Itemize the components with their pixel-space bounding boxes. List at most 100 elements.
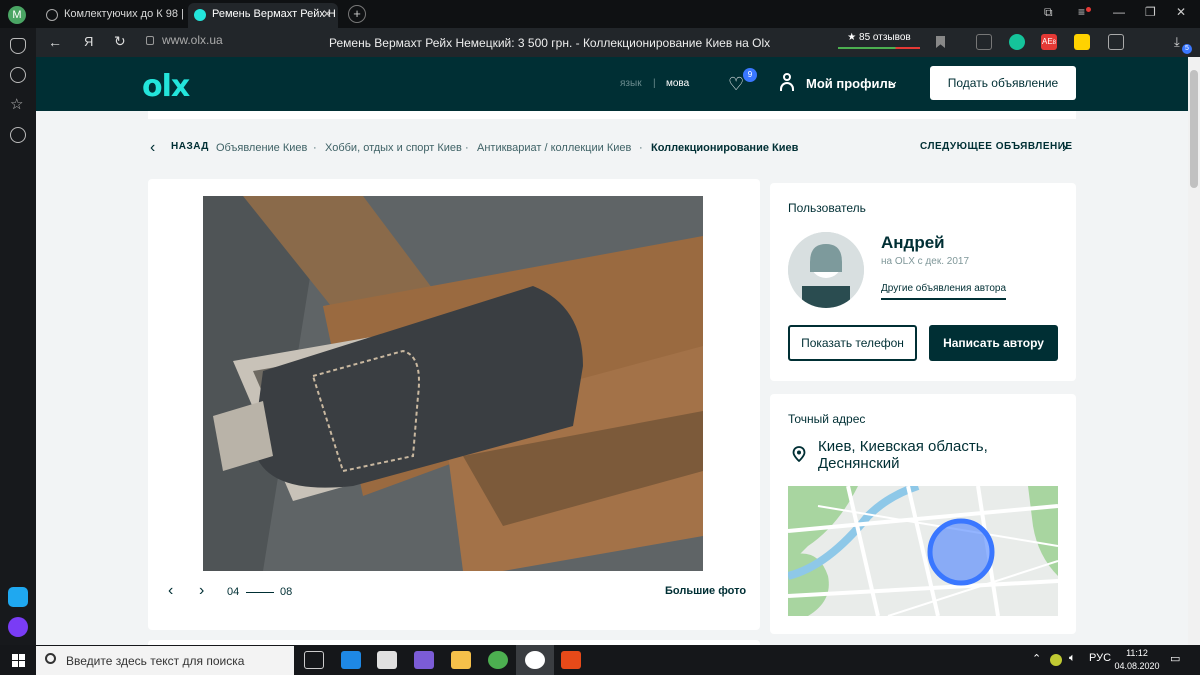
back-icon[interactable]: ← xyxy=(48,34,62,50)
chevron-left-icon[interactable]: ‹ xyxy=(150,139,155,157)
olx-header: olx язык | мова ♡ 9 Мой профиль ⌄ Подать… xyxy=(36,57,1188,111)
breadcrumb-separator: · xyxy=(465,142,469,154)
avatar[interactable] xyxy=(788,232,864,308)
photo-counter-divider xyxy=(246,592,274,593)
menu-icon[interactable]: ≡ xyxy=(1078,5,1085,19)
store-app-icon[interactable] xyxy=(377,651,397,669)
breadcrumb-item[interactable]: Объявление Киев xyxy=(216,142,307,154)
messenger-app-icon[interactable] xyxy=(8,587,28,607)
play-icon[interactable] xyxy=(10,127,26,143)
bookmarks-icon[interactable]: ⧉ xyxy=(1044,5,1053,20)
clock-time: 11:12 xyxy=(1126,648,1148,658)
olx-favicon-icon xyxy=(194,9,206,21)
chevron-down-icon[interactable]: ⌄ xyxy=(888,73,899,89)
user-since: на OLX с дек. 2017 xyxy=(881,256,970,267)
favorites-count-badge: 9 xyxy=(743,68,757,82)
close-tab-icon[interactable]: ✕ xyxy=(322,3,332,26)
tab-title: Ремень Вермахт Рейх Н xyxy=(212,8,336,20)
globe-icon xyxy=(46,9,58,21)
keyboard-language[interactable]: РУС xyxy=(1089,652,1111,664)
star-icon[interactable]: ☆ xyxy=(10,97,26,113)
ae-badge: 8 xyxy=(1052,40,1056,46)
wildberries-extension-icon[interactable] xyxy=(1074,34,1090,50)
user-section-title: Пользователь xyxy=(788,201,866,215)
address-section-title: Точный адрес xyxy=(788,412,866,426)
clock-date: 04.08.2020 xyxy=(1114,661,1160,671)
breadcrumb-item[interactable]: Хобби, отдых и спорт Киев xyxy=(325,142,462,154)
browser-profile-avatar[interactable]: M xyxy=(8,6,26,24)
reviews-rating-bar xyxy=(838,47,920,49)
location-map[interactable] xyxy=(788,486,1058,616)
taskbar-clock[interactable]: 11:12 04.08.2020 xyxy=(1112,647,1162,673)
default-avatar-icon xyxy=(788,232,864,308)
photo-current-index: 04 xyxy=(227,586,240,598)
bell-icon[interactable] xyxy=(10,38,26,54)
reload-icon[interactable]: ↻ xyxy=(114,33,126,50)
mail-app-icon[interactable] xyxy=(341,651,361,669)
url-text[interactable]: www.olx.ua xyxy=(162,33,223,47)
taskbar-search-placeholder[interactable]: Введите здесь текст для поиска xyxy=(66,654,244,668)
user-icon[interactable] xyxy=(780,73,794,91)
olx-logo[interactable]: olx xyxy=(142,69,190,104)
lock-icon[interactable] xyxy=(146,36,154,45)
task-view-icon[interactable] xyxy=(304,651,324,669)
favorites-heart-icon[interactable]: ♡ xyxy=(728,74,744,95)
tray-chevron-up-icon[interactable]: ⌃ xyxy=(1032,652,1041,665)
chevron-right-icon[interactable]: › xyxy=(1062,139,1067,157)
minimize-icon[interactable]: — xyxy=(1113,5,1125,19)
breadcrumb-separator: · xyxy=(313,142,317,154)
chrome-app-icon[interactable] xyxy=(488,651,508,669)
breadcrumb-item[interactable]: Антиквариат / коллекции Киев xyxy=(477,142,631,154)
show-phone-button[interactable]: Показать телефон xyxy=(788,325,917,361)
subnav-strip xyxy=(148,111,1076,119)
post-ad-button[interactable]: Подать объявление xyxy=(930,66,1076,100)
tab-active[interactable]: Ремень Вермахт Рейх Н ✕ xyxy=(188,3,338,28)
restore-icon[interactable]: ❐ xyxy=(1145,5,1156,19)
screenshot-extension-icon[interactable] xyxy=(1108,34,1124,50)
write-author-button[interactable]: Написать автору xyxy=(929,325,1058,361)
file-explorer-icon[interactable] xyxy=(451,651,471,669)
reviews-badge[interactable]: ★ 85 отзывов xyxy=(838,32,920,46)
windows-start-icon[interactable] xyxy=(12,654,26,668)
back-link[interactable]: НАЗАД xyxy=(171,141,209,152)
notification-dot xyxy=(1086,7,1091,12)
new-tab-button[interactable]: + xyxy=(348,5,366,23)
other-ads-link[interactable]: Другие объявления автора xyxy=(881,283,1007,300)
next-photo-arrow-icon[interactable]: › xyxy=(199,582,204,600)
close-window-icon[interactable]: ✕ xyxy=(1176,5,1186,19)
map-image xyxy=(788,486,1058,616)
tab-title: Комлектуючих до К 98 | R xyxy=(64,8,185,20)
browser-sidebar xyxy=(0,28,36,645)
lang-ru-link[interactable]: язык xyxy=(620,78,642,89)
breadcrumb-separator: · xyxy=(639,142,643,154)
address-text: Киев, Киевская область, Деснянский xyxy=(818,438,988,472)
volume-icon[interactable]: 🔈︎ xyxy=(1069,652,1076,665)
download-badge: 5 xyxy=(1182,44,1192,54)
photo-total: 08 xyxy=(280,586,293,598)
breadcrumb-current: Коллекционирование Киев xyxy=(651,142,799,154)
yandex-icon[interactable]: Я xyxy=(84,34,93,49)
grammarly-icon[interactable] xyxy=(1009,34,1025,50)
history-icon[interactable] xyxy=(10,67,26,83)
powerpoint-app-icon[interactable] xyxy=(561,651,581,669)
prev-photo-arrow-icon[interactable]: ‹ xyxy=(168,582,173,600)
alice-assistant-icon[interactable] xyxy=(8,617,28,637)
tray-app-icon[interactable] xyxy=(1050,654,1062,666)
yandex-browser-icon[interactable] xyxy=(525,651,545,669)
media-app-icon[interactable] xyxy=(414,651,434,669)
listing-photo[interactable] xyxy=(203,196,703,571)
lang-separator: | xyxy=(653,78,656,89)
aliexpress-extension-icon[interactable]: AE8 xyxy=(1041,34,1057,50)
notifications-icon[interactable]: ▭ xyxy=(1170,652,1180,665)
lang-uk-link[interactable]: мова xyxy=(666,78,689,89)
page-title: Ремень Вермахт Рейх Немецкий: 3 500 грн.… xyxy=(329,36,771,50)
big-photos-link[interactable]: Большие фото xyxy=(665,585,746,597)
ae-label: AE xyxy=(1041,37,1053,46)
user-name: Андрей xyxy=(881,233,945,252)
tab-inactive[interactable]: Комлектуючих до К 98 | R xyxy=(40,3,185,28)
my-profile-link[interactable]: Мой профиль xyxy=(806,76,896,91)
belt-photo-image xyxy=(203,196,703,571)
scrollbar-thumb[interactable] xyxy=(1190,70,1198,188)
next-ad-link[interactable]: СЛЕДУЮЩЕЕ ОБЪЯВЛЕНИЕ xyxy=(920,141,1073,152)
extension-grid-icon[interactable] xyxy=(976,34,992,50)
